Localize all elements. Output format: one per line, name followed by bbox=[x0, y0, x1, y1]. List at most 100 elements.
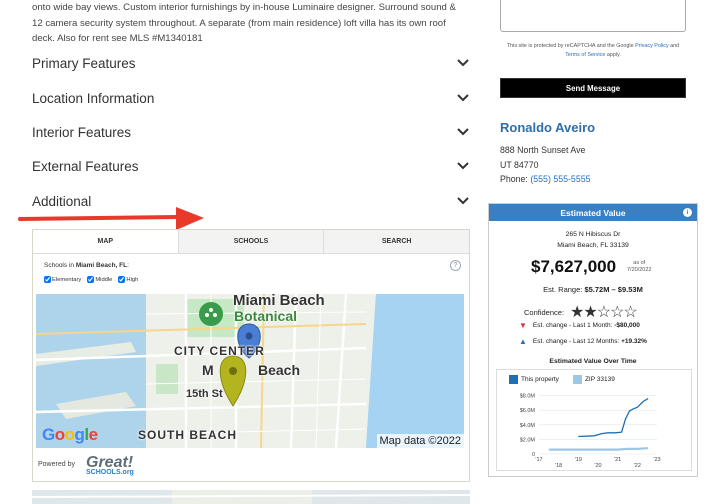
x-tick-label: '20 bbox=[594, 463, 601, 469]
schools-in-prefix: Schools in bbox=[44, 262, 74, 269]
message-textarea[interactable] bbox=[500, 0, 686, 32]
schools-tabs: MAP SCHOOLS SEARCH bbox=[33, 230, 470, 254]
estimated-value-title: Estimated Value bbox=[560, 207, 626, 218]
schools-city: Miami Beach, FL bbox=[75, 262, 128, 269]
legend-property-label: This property bbox=[521, 376, 559, 384]
high-checkbox[interactable] bbox=[118, 276, 126, 283]
info-icon[interactable]: i bbox=[683, 208, 692, 217]
range-value: $5.72M – $9.53M bbox=[584, 285, 643, 294]
value-chart-svg: 0$2.0M$4.0M$6.0M$8.0M'17'18'19'20'21'22'… bbox=[520, 394, 661, 469]
terms-of-service-link[interactable]: Terms of Service bbox=[565, 52, 605, 58]
accordion-external-features[interactable]: External Features bbox=[32, 149, 470, 183]
powered-by-label: Powered by bbox=[38, 461, 75, 468]
down-triangle-icon: ▼ bbox=[519, 321, 527, 330]
accordion-location-information[interactable]: Location Information bbox=[32, 81, 470, 115]
accordion-interior-features[interactable]: Interior Features bbox=[32, 115, 470, 149]
chart-legend: This property ZIP 33139 bbox=[509, 375, 615, 384]
estimated-price: $7,627,000 bbox=[531, 257, 617, 276]
filter-elementary[interactable]: Elementary bbox=[44, 276, 81, 283]
tab-schools[interactable]: SCHOOLS bbox=[178, 230, 325, 253]
map-label-beach: Beach bbox=[258, 362, 301, 378]
map-label-south-beach: SOUTH BEACH bbox=[138, 428, 238, 442]
x-tick-label: '22 bbox=[634, 463, 641, 469]
accordion-label: Primary Features bbox=[32, 55, 136, 71]
as-of-date: as of 7/20/2022 bbox=[627, 260, 651, 273]
middle-checkbox[interactable] bbox=[87, 276, 95, 283]
tab-search[interactable]: SEARCH bbox=[324, 230, 470, 253]
chevron-down-icon[interactable] bbox=[456, 125, 470, 139]
accordion-label: Interior Features bbox=[32, 124, 132, 140]
up-triangle-icon: ▲ bbox=[519, 337, 527, 346]
agent-name[interactable]: Ronaldo Aveiro bbox=[500, 120, 595, 135]
property-address: 265 N Hibiscus Dr Miami Beach, FL 33139 bbox=[489, 229, 697, 251]
filter-label: Elementary bbox=[52, 276, 82, 283]
privacy-policy-link[interactable]: Privacy Policy bbox=[635, 43, 669, 49]
schools-in-suffix: : bbox=[127, 262, 129, 269]
legend-zip: ZIP 33139 bbox=[572, 375, 615, 384]
value-chart: This property ZIP 33139 0 $2.0M $4.0M $6.0M… bbox=[496, 369, 692, 471]
as-of-value: 7/20/2022 bbox=[627, 266, 652, 273]
estimated-range: Est. Range: $5.72M – $9.53M bbox=[489, 285, 697, 294]
send-message-button[interactable]: Send Message bbox=[500, 78, 686, 98]
schools-in-label: Schools in Miami Beach, FL: bbox=[44, 262, 129, 269]
recaptcha-text: This site is protected by reCAPTCHA and … bbox=[506, 43, 634, 49]
description-line: 12 camera security system throughout. A … bbox=[32, 17, 446, 29]
confidence-stars-icon: ★★☆☆☆ bbox=[570, 304, 638, 321]
change-month-label: Est. change - Last 1 Month: bbox=[532, 322, 613, 329]
series-line-property bbox=[578, 398, 649, 438]
secondary-map-graphic bbox=[32, 490, 470, 504]
filter-middle[interactable]: Middle bbox=[87, 276, 112, 283]
x-tick-label: '18 bbox=[555, 463, 562, 469]
property-city: Miami Beach, FL 33139 bbox=[557, 242, 629, 249]
x-tick-label: '23 bbox=[653, 457, 660, 463]
estimated-value-widget: Estimated Value i 265 N Hibiscus Dr Miam… bbox=[488, 203, 698, 477]
x-tick-label: '21 bbox=[614, 457, 621, 463]
tab-map[interactable]: MAP bbox=[33, 230, 179, 253]
confidence: Confidence: ★★☆☆☆ bbox=[524, 302, 638, 322]
schools-widget: MAP SCHOOLS SEARCH Schools in Miami Beac… bbox=[32, 229, 470, 482]
greatschools-logo[interactable]: Great! SCHOOLS.org bbox=[86, 454, 134, 476]
change-year-value: +19.32% bbox=[621, 338, 647, 345]
x-tick-label: '17 bbox=[535, 457, 542, 463]
recaptcha-and: and bbox=[670, 43, 680, 49]
series-line-zip bbox=[548, 447, 649, 451]
map-data-attribution: Map data ©2022 bbox=[376, 434, 464, 448]
greatschools-logo-sub: SCHOOLS.org bbox=[86, 469, 134, 476]
help-icon[interactable]: ? bbox=[450, 260, 461, 271]
filter-label: High bbox=[126, 276, 139, 283]
agent-address: 888 North Sunset Ave UT 84770 Phone: (55… bbox=[500, 143, 591, 187]
description-line: onto wide bay views. Custom interior fur… bbox=[32, 2, 456, 13]
confidence-label: Confidence: bbox=[524, 307, 565, 317]
accordion-label: Location Information bbox=[32, 90, 155, 106]
recaptcha-apply: apply. bbox=[606, 52, 621, 58]
chevron-down-icon[interactable] bbox=[456, 159, 470, 173]
y-tick-label: $4.0M bbox=[520, 423, 536, 429]
chevron-down-icon[interactable] bbox=[456, 91, 470, 105]
accordion-label: External Features bbox=[32, 158, 139, 174]
change-month: ▼ Est. change - Last 1 Month: -$80,000 bbox=[519, 321, 640, 330]
y-tick-label: $6.0M bbox=[520, 408, 536, 414]
estimated-value-header: Estimated Value i bbox=[489, 204, 697, 221]
address-line-1: 888 North Sunset Ave bbox=[500, 145, 586, 155]
map-label-botanical: Botanical bbox=[234, 308, 298, 324]
elementary-checkbox[interactable] bbox=[44, 276, 51, 283]
description-line: deck. Also for rent see MLS #M1340181 bbox=[32, 33, 203, 44]
phone-line: Phone: (555) 555-5555 bbox=[500, 172, 591, 187]
phone-link[interactable]: (555) 555-5555 bbox=[530, 174, 590, 184]
y-tick-label: $8.0M bbox=[520, 394, 536, 400]
map-label-m: M bbox=[202, 362, 214, 378]
legend-zip-label: ZIP 33139 bbox=[584, 376, 615, 384]
filter-label: Middle bbox=[95, 276, 113, 283]
schools-map[interactable]: Miami Beach Botanical CITY CENTER M Beac… bbox=[36, 294, 464, 448]
secondary-map[interactable] bbox=[32, 490, 470, 504]
filter-high[interactable]: High bbox=[118, 276, 138, 283]
phone-label: Phone: bbox=[500, 174, 528, 185]
property-street: 265 N Hibiscus Dr bbox=[565, 231, 621, 238]
legend-property: This property bbox=[509, 375, 559, 384]
map-label-city-center: CITY CENTER bbox=[174, 344, 265, 358]
chevron-down-icon[interactable] bbox=[456, 56, 470, 70]
accordion-primary-features[interactable]: Primary Features bbox=[32, 46, 470, 80]
recaptcha-notice: This site is protected by reCAPTCHA and … bbox=[500, 42, 686, 60]
chevron-down-icon[interactable] bbox=[456, 194, 470, 208]
map-label-miami-beach: Miami Beach bbox=[233, 294, 325, 309]
